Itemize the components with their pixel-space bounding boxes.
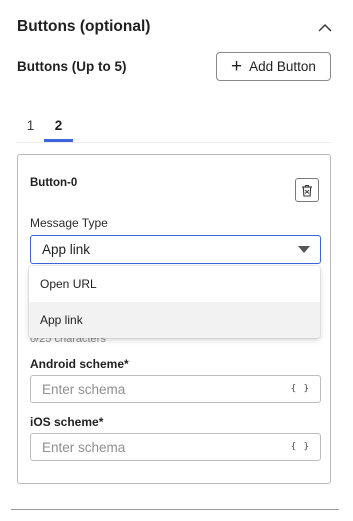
delete-button[interactable]	[295, 178, 319, 202]
ios-scheme-placeholder: Enter schema	[42, 439, 126, 455]
message-type-value: App link	[42, 242, 91, 257]
buttons-label: Buttons (Up to 5)	[17, 59, 127, 74]
chevron-up-icon	[318, 23, 332, 31]
caret-down-icon	[298, 246, 310, 253]
bottom-divider	[11, 509, 339, 510]
ios-scheme-input[interactable]: Enter schema { }	[30, 433, 321, 461]
tab-2[interactable]: 2	[44, 110, 73, 142]
tab-1[interactable]: 1	[17, 110, 44, 142]
collapse-toggle[interactable]	[315, 17, 335, 37]
plus-icon: +	[231, 55, 243, 77]
trash-icon	[302, 184, 312, 197]
add-button[interactable]: + Add Button	[216, 52, 331, 81]
dropdown-option-open-url[interactable]: Open URL	[29, 266, 320, 302]
android-scheme-placeholder: Enter schema	[42, 381, 126, 397]
message-type-label: Message Type	[30, 216, 108, 230]
section-header: Buttons (optional)	[17, 15, 335, 39]
message-type-select[interactable]: App link	[30, 235, 321, 264]
card-title: Button-0	[30, 177, 78, 189]
braces-icon: { }	[290, 442, 310, 452]
android-scheme-label: Android scheme*	[30, 357, 129, 371]
tabs-divider	[17, 142, 331, 143]
message-type-dropdown: Open URL App link	[29, 266, 320, 338]
ios-scheme-label: iOS scheme*	[30, 415, 104, 429]
buttons-row: Buttons (Up to 5) + Add Button	[17, 52, 331, 81]
dropdown-option-app-link[interactable]: App link	[29, 302, 320, 338]
section-title: Buttons (optional)	[17, 18, 151, 35]
add-button-label: Add Button	[249, 59, 316, 74]
braces-icon: { }	[290, 384, 310, 394]
tab-bar: 1 2	[17, 110, 73, 142]
android-scheme-input[interactable]: Enter schema { }	[30, 375, 321, 403]
